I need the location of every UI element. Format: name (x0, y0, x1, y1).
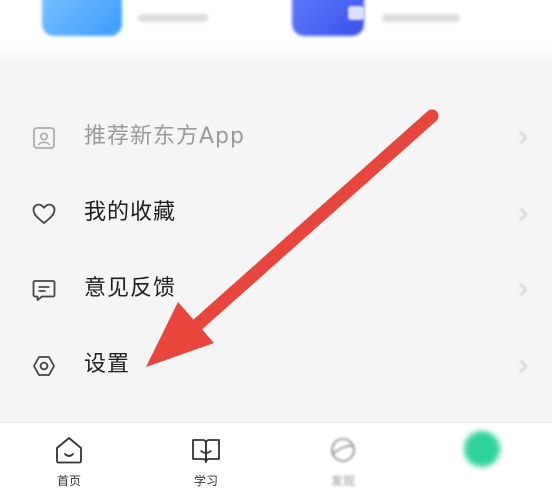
tab-profile[interactable] (428, 423, 538, 491)
me-page: 推荐新东方App 我的收藏 意见反馈 设置 首页 学习 发现 (0, 0, 552, 491)
top-fade (0, 44, 552, 62)
chevron-right-icon (516, 204, 530, 224)
shortcut-card-2-badge (348, 6, 364, 20)
shortcut-card-1-caption (138, 14, 208, 22)
book-icon (189, 435, 223, 465)
tab-label: 首页 (56, 474, 81, 488)
chevron-right-icon (516, 280, 530, 300)
menu-item-feedback[interactable]: 意见反馈 (0, 252, 552, 328)
tab-study[interactable]: 学习 (151, 423, 261, 491)
settings-hexagon-icon (30, 352, 58, 380)
tab-label: 发现 (330, 474, 355, 488)
chevron-right-icon (516, 356, 530, 376)
menu-item-label: 意见反馈 (84, 276, 177, 301)
shortcut-card-2-caption (382, 14, 460, 22)
tab-discover[interactable]: 发现 (288, 423, 398, 491)
menu-item-recommend-app[interactable]: 推荐新东方App (0, 100, 552, 176)
bottom-tab-bar: 首页 学习 发现 (0, 422, 552, 491)
app-recommend-icon (30, 124, 58, 152)
feedback-icon (30, 276, 58, 304)
menu-item-label: 设置 (84, 352, 131, 377)
heart-icon (30, 200, 58, 228)
menu-item-label: 推荐新东方App (84, 124, 245, 149)
home-icon (52, 435, 86, 465)
profile-icon (464, 431, 500, 467)
shortcut-card-1[interactable] (42, 0, 122, 36)
top-shortcuts (0, 0, 552, 62)
planet-icon (326, 435, 360, 465)
menu-item-label: 我的收藏 (84, 200, 177, 225)
menu-item-favorites[interactable]: 我的收藏 (0, 176, 552, 252)
chevron-right-icon (516, 128, 530, 148)
tab-home[interactable]: 首页 (14, 423, 124, 491)
menu-item-settings[interactable]: 设置 (0, 328, 552, 404)
tab-label: 学习 (193, 474, 218, 488)
